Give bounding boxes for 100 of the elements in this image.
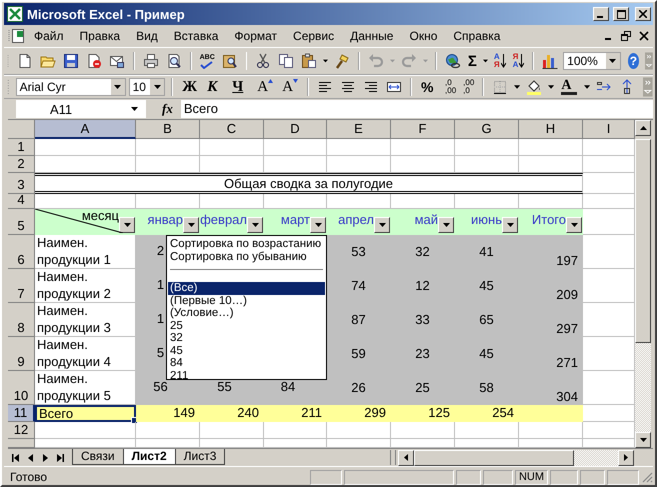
filter-button[interactable] <box>438 217 454 233</box>
column-header[interactable]: I <box>583 120 635 139</box>
row-header[interactable]: 7 <box>8 269 35 303</box>
filter-button[interactable] <box>374 217 390 233</box>
globe-link-icon[interactable] <box>444 53 461 69</box>
menu-item[interactable]: Вид <box>128 27 166 45</box>
previous-sheet-icon[interactable] <box>27 454 35 462</box>
minimize-button[interactable] <box>593 7 609 21</box>
row-header[interactable] <box>8 439 35 448</box>
align-center-icon[interactable] <box>340 79 356 95</box>
row-header[interactable]: 9 <box>8 337 35 371</box>
filter-option[interactable]: (Все) <box>168 282 325 294</box>
shrink-font-button[interactable]: A <box>282 79 298 95</box>
next-sheet-icon[interactable] <box>41 454 49 462</box>
menu-item[interactable]: Вставка <box>166 27 226 45</box>
column-header[interactable]: D <box>264 120 327 139</box>
copy-icon[interactable] <box>278 53 294 69</box>
clipboard-icon[interactable] <box>301 53 318 69</box>
brush-icon[interactable] <box>334 53 350 69</box>
menu-item[interactable]: Справка <box>445 27 508 45</box>
align-right-icon[interactable] <box>363 79 380 95</box>
column-header[interactable]: C <box>200 120 264 139</box>
sheet-tab[interactable]: Лист2 <box>122 449 176 465</box>
scrollbar-thumb[interactable] <box>635 139 651 343</box>
caret-icon[interactable] <box>323 59 328 63</box>
row-header[interactable]: 5 <box>8 209 35 235</box>
merge-center-icon[interactable] <box>386 79 402 95</box>
scroll-right-button[interactable] <box>618 450 634 466</box>
row-header[interactable]: 8 <box>8 303 35 337</box>
row-header[interactable]: 6 <box>8 235 35 269</box>
font-dropdown[interactable]: Arial Cyr <box>16 78 126 96</box>
last-sheet-icon[interactable] <box>55 454 65 462</box>
menu-item[interactable]: Данные <box>342 27 402 45</box>
caret-icon[interactable] <box>584 85 590 89</box>
filter-button[interactable] <box>119 217 135 233</box>
italic-button[interactable]: К <box>207 79 224 95</box>
font-size-dropdown[interactable]: 10 <box>128 78 166 96</box>
column-header[interactable]: F <box>391 120 455 139</box>
name-box[interactable]: A11 <box>16 100 146 118</box>
print-preview-icon[interactable] <box>166 53 182 69</box>
maximize-button[interactable] <box>613 7 629 21</box>
menu-item[interactable]: Файл <box>26 27 72 45</box>
column-header[interactable]: H <box>519 120 583 139</box>
bold-button[interactable]: Ж <box>182 79 198 95</box>
formula-field[interactable]: Всего <box>180 100 653 118</box>
restore-icon[interactable] <box>621 31 631 41</box>
insert-function-button[interactable]: fx <box>146 101 181 117</box>
grow-font-button[interactable]: A <box>257 79 274 95</box>
split-handle[interactable] <box>390 450 396 465</box>
sort-ascending-button[interactable]: А Я <box>494 53 506 69</box>
filter-button[interactable] <box>183 217 199 233</box>
zoom-dropdown[interactable]: 100% <box>563 52 621 70</box>
horizontal-scrollbar[interactable] <box>398 450 634 466</box>
percent-button[interactable]: % <box>421 79 438 95</box>
caret-icon[interactable] <box>514 85 520 89</box>
menu-item[interactable]: Правка <box>72 27 128 45</box>
filter-button[interactable] <box>310 217 326 233</box>
row-header[interactable]: 3 <box>8 173 35 194</box>
select-all-button[interactable] <box>8 120 35 139</box>
caret-icon[interactable] <box>482 59 488 63</box>
scroll-up-button[interactable] <box>635 120 651 136</box>
scroll-left-button[interactable] <box>398 450 414 466</box>
resize-grip-icon[interactable] <box>641 471 653 483</box>
column-header[interactable]: G <box>455 120 519 139</box>
decrease-decimal-button[interactable]: ,00 ,0 <box>463 79 474 95</box>
first-sheet-icon[interactable] <box>11 454 21 462</box>
font-color-button[interactable]: A <box>561 79 578 95</box>
borders-icon[interactable] <box>492 79 508 95</box>
column-header[interactable]: B <box>136 120 200 139</box>
menu-item[interactable]: Формат <box>226 27 286 45</box>
autosum-button[interactable]: Σ <box>468 52 477 70</box>
sheet-tab[interactable]: Лист3 <box>174 449 226 465</box>
sort-descending-button[interactable]: Я А <box>512 53 524 69</box>
scissors-icon[interactable] <box>255 53 272 69</box>
close-icon[interactable] <box>639 31 649 41</box>
filter-button[interactable] <box>566 217 582 233</box>
vertical-scrollbar[interactable] <box>635 120 651 448</box>
align-left-icon[interactable] <box>317 79 334 95</box>
scroll-down-button[interactable] <box>635 432 651 448</box>
underline-button[interactable]: Ч <box>232 79 248 95</box>
scrollbar-thumb[interactable] <box>414 450 574 466</box>
filter-button[interactable] <box>502 217 518 233</box>
workbook-icon[interactable] <box>8 28 26 44</box>
book-magnifier-icon[interactable] <box>222 53 238 69</box>
row-header[interactable]: 12 <box>8 422 35 439</box>
envelope-icon[interactable] <box>109 53 126 69</box>
column-header[interactable]: A <box>35 120 136 139</box>
sheet-tab[interactable]: Связи <box>72 449 124 465</box>
increase-decimal-button[interactable]: ,0 ,00 <box>445 79 456 95</box>
row-header[interactable]: 1 <box>8 139 35 156</box>
filter-button[interactable] <box>247 217 263 233</box>
row-header[interactable]: 10 <box>8 371 35 405</box>
total-label-cell[interactable]: Всего <box>35 405 136 422</box>
new-document-icon[interactable] <box>17 53 34 69</box>
paint-bucket-icon[interactable] <box>526 79 542 95</box>
close-button[interactable] <box>635 7 651 21</box>
bar-chart-icon[interactable] <box>542 53 558 69</box>
row-header[interactable]: 11 <box>8 405 35 422</box>
column-header[interactable]: E <box>327 120 391 139</box>
printer-icon[interactable] <box>142 53 159 69</box>
